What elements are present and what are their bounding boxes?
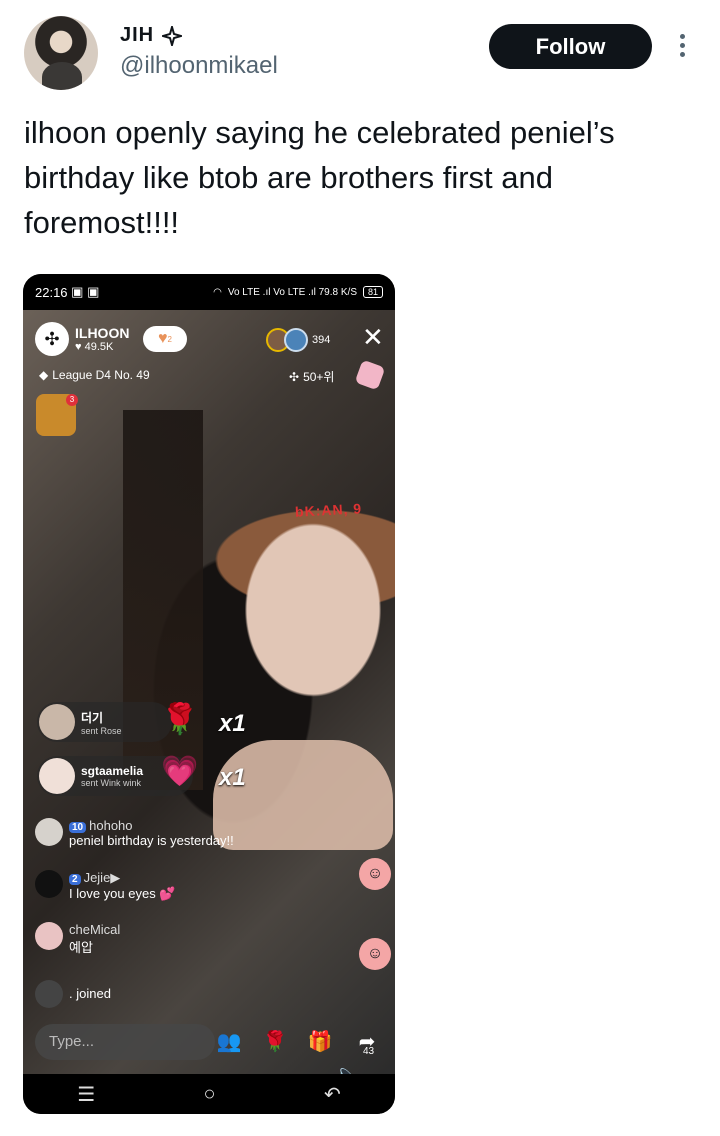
attached-screenshot[interactable]: bK:AN, 9 22:16 ▣ ▣ ◠ Vo LTE .ıl Vo LTE .… xyxy=(23,274,395,1114)
gift-notice: 더기 sent Rose xyxy=(37,702,172,742)
livestream-video xyxy=(23,310,395,1074)
rose-gift-icon: 🌹 xyxy=(161,703,199,736)
author-display-name: JIH xyxy=(120,24,155,46)
host-likes: ♥ 49.5K xyxy=(75,341,114,353)
gift-count: x1 xyxy=(219,764,246,791)
chest-badge: 3 xyxy=(66,394,78,406)
chat-message: 10 hohoho peniel birthday is yesterday!! xyxy=(35,818,234,848)
sparkle-icon xyxy=(162,25,183,46)
chat-message: 2 Jejie▶ I love you eyes 💕 xyxy=(35,870,176,902)
avatar xyxy=(35,818,63,846)
host-logo-icon: ✣ xyxy=(35,322,69,356)
phone-status-bar: 22:16 ▣ ▣ ◠ Vo LTE .ıl Vo LTE .ıl 79.8 K… xyxy=(23,274,395,310)
chat-message: cheMical 예압 xyxy=(35,922,120,956)
rank-badge[interactable]: ✣ 50+위 xyxy=(289,368,334,385)
host-name: ILHOON xyxy=(75,325,130,341)
heart-button[interactable]: ♥ 2 xyxy=(143,326,187,352)
wave-icon xyxy=(35,980,63,1008)
guests-icon[interactable]: 👥 xyxy=(215,1028,243,1056)
reaction-peach-icon[interactable]: ☺ xyxy=(359,858,391,890)
author-avatar[interactable] xyxy=(24,16,98,90)
follow-button[interactable]: Follow xyxy=(489,24,652,69)
heart-gift-icon: 💗 xyxy=(161,755,199,788)
gift-icon[interactable]: 🎁 xyxy=(306,1028,334,1056)
author-handle[interactable]: @ilhoonmikael xyxy=(120,52,278,80)
avatar xyxy=(39,758,75,794)
status-time: 22:16 xyxy=(35,284,68,300)
avatar xyxy=(39,704,75,740)
back-icon[interactable]: ↶ xyxy=(324,1082,341,1107)
recents-icon[interactable]: ☰ xyxy=(77,1082,95,1107)
viewer-list[interactable]: 394 xyxy=(266,328,330,352)
battery-icon: 81 xyxy=(362,286,383,298)
close-icon[interactable]: ✕ xyxy=(362,324,384,350)
rose-icon[interactable]: 🌹 xyxy=(261,1028,289,1056)
home-icon[interactable]: ○ xyxy=(204,1083,216,1106)
avatar xyxy=(35,922,63,950)
chat-input[interactable]: Type... xyxy=(35,1024,215,1060)
status-notification-icons: ▣ ▣ xyxy=(71,284,100,299)
reaction-peach-icon[interactable]: ☺ xyxy=(359,938,391,970)
wifi-icon: ◠ xyxy=(213,286,222,298)
android-nav-bar: ☰ ○ ↶ xyxy=(23,1074,395,1114)
gift-count: x1 xyxy=(219,710,246,737)
viewer-count: 394 xyxy=(312,334,331,346)
share-count: 43 xyxy=(363,1046,375,1057)
avatar xyxy=(35,870,63,898)
tweet-text: ilhoon openly saying he celebrated penie… xyxy=(24,115,615,240)
author-name[interactable]: JIH xyxy=(120,24,183,47)
network-status: Vo LTE .ıl Vo LTE .ıl 79.8 K/S xyxy=(227,286,357,298)
viewer-avatar xyxy=(284,328,308,352)
diamond-icon: ◆ xyxy=(39,368,49,382)
join-notice: . joined xyxy=(35,980,111,1008)
host-info[interactable]: ✣ ILHOON ♥ 49.5K xyxy=(35,322,129,356)
more-vertical-icon[interactable] xyxy=(672,30,692,64)
league-badge[interactable]: ◆ League D4 No. 49 xyxy=(39,368,150,382)
rank-icon: ✣ xyxy=(289,369,300,384)
